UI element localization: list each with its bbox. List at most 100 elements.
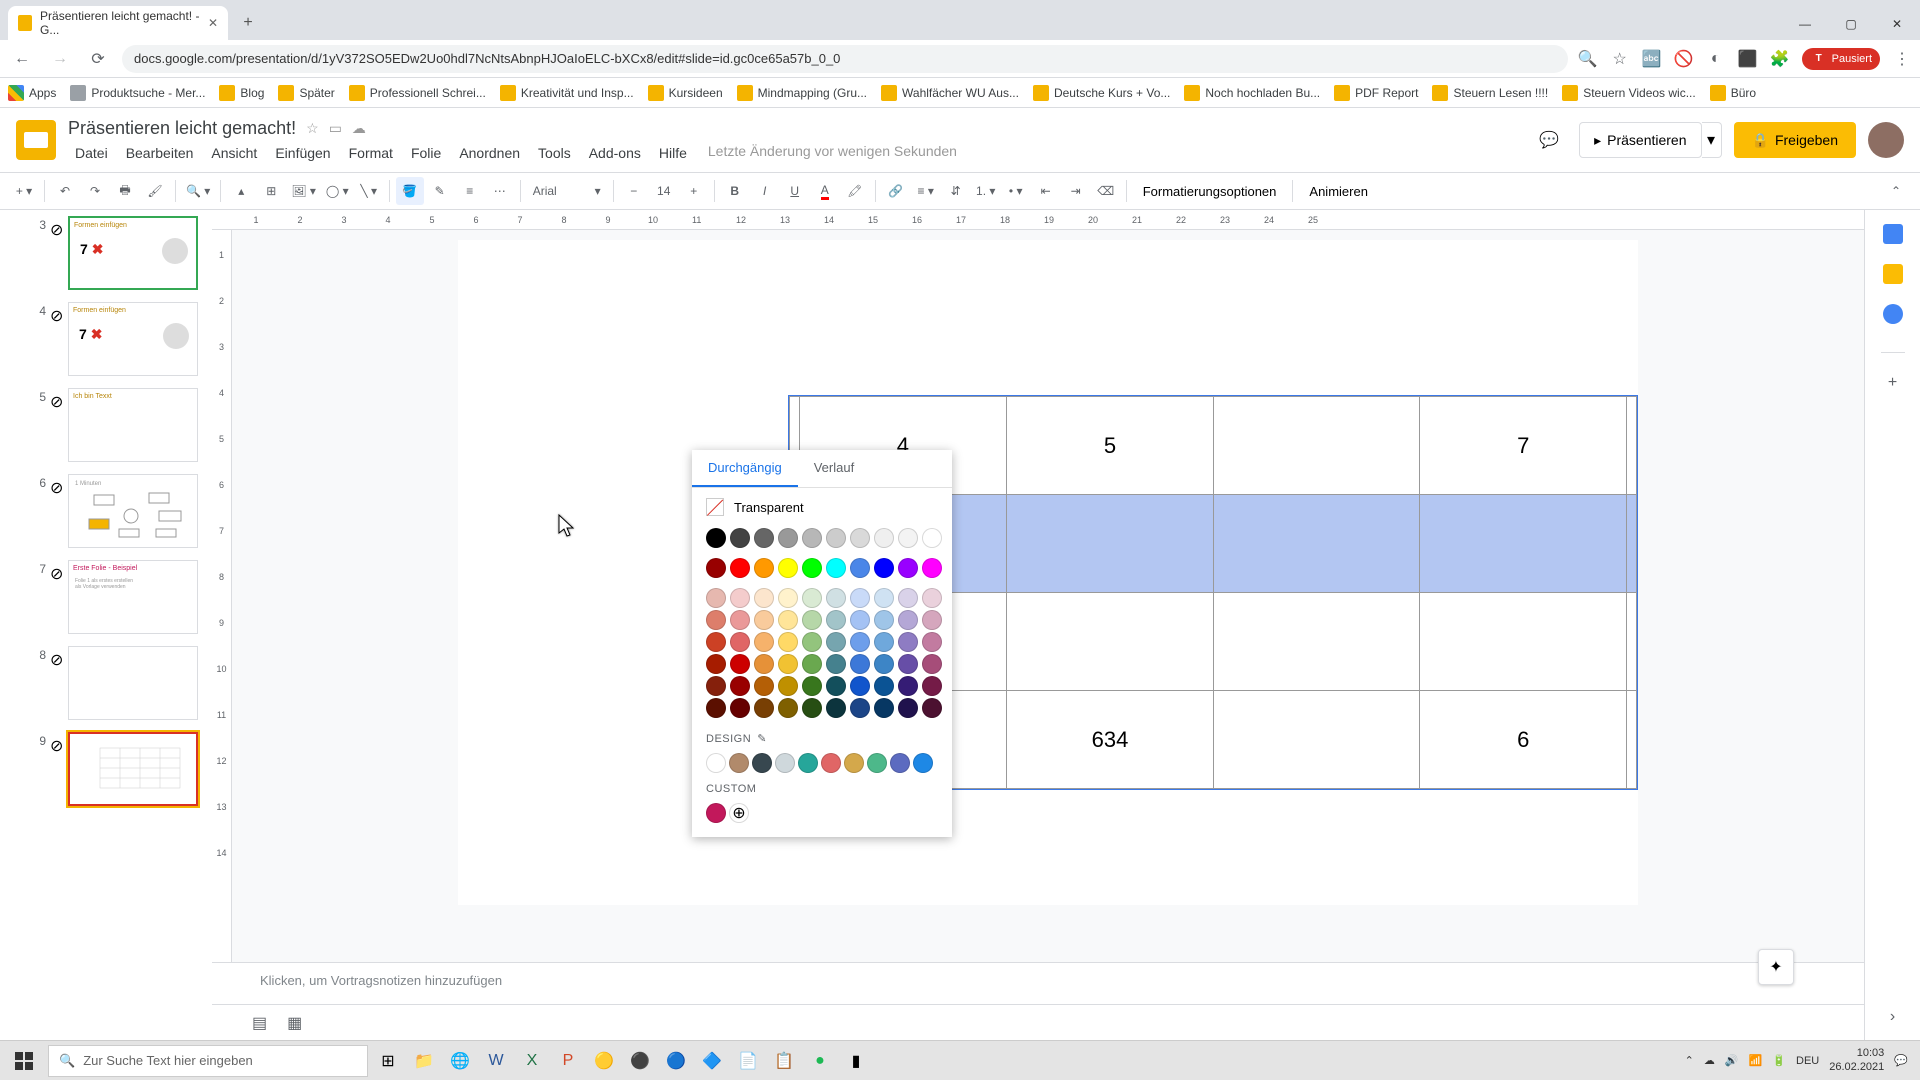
color-swatch[interactable] xyxy=(754,632,774,652)
close-icon[interactable]: ✕ xyxy=(208,16,218,30)
volume-icon[interactable]: 🔊 xyxy=(1725,1054,1739,1067)
underline-button[interactable]: U xyxy=(781,177,809,205)
paint-format-button[interactable]: 🖌 xyxy=(141,177,169,205)
filmstrip-view-button[interactable]: ▤ xyxy=(252,1013,267,1033)
transition-icon[interactable]: ⊘ xyxy=(50,306,64,320)
color-swatch[interactable] xyxy=(826,676,846,696)
battery-icon[interactable]: 🔋 xyxy=(1772,1054,1786,1067)
present-button[interactable]: ▸ Präsentieren xyxy=(1579,122,1701,158)
bookmark-item[interactable]: Blog xyxy=(219,85,264,101)
translate-icon[interactable]: 🔤 xyxy=(1642,49,1662,69)
slide-thumb-selected[interactable] xyxy=(68,732,198,806)
browser-tab[interactable]: Präsentieren leicht gemacht! - G... ✕ xyxy=(8,6,228,40)
color-swatch[interactable] xyxy=(826,632,846,652)
keep-icon[interactable] xyxy=(1883,264,1903,284)
color-swatch[interactable] xyxy=(898,698,918,718)
app-icon[interactable]: 📋 xyxy=(768,1045,800,1077)
image-tool[interactable]: 🖼 ▾ xyxy=(287,177,320,205)
edit-theme-icon[interactable]: ✎ xyxy=(757,732,767,745)
slide-thumb[interactable]: 1 Minuten xyxy=(68,474,198,548)
color-swatch[interactable] xyxy=(730,698,750,718)
color-swatch[interactable] xyxy=(752,753,772,773)
menu-addons[interactable]: Add-ons xyxy=(582,143,648,163)
color-swatch[interactable] xyxy=(706,698,726,718)
extension-icon-2[interactable]: ⬛ xyxy=(1738,49,1758,69)
powerpoint-icon[interactable]: P xyxy=(552,1045,584,1077)
color-swatch[interactable] xyxy=(898,632,918,652)
slides-logo[interactable] xyxy=(16,120,56,160)
color-swatch[interactable] xyxy=(778,654,798,674)
color-swatch[interactable] xyxy=(730,610,750,630)
taskbar-search[interactable]: 🔍 Zur Suche Text hier eingeben xyxy=(48,1045,368,1077)
comments-button[interactable]: 💬 xyxy=(1531,122,1567,158)
zoom-icon[interactable]: 🔍 xyxy=(1578,49,1598,69)
present-dropdown[interactable]: ▾ xyxy=(1702,122,1722,158)
color-swatch[interactable] xyxy=(826,558,846,578)
color-swatch[interactable] xyxy=(802,528,822,548)
border-weight-button[interactable]: ≡ xyxy=(456,177,484,205)
format-options-button[interactable]: Formatierungsoptionen xyxy=(1133,184,1287,199)
color-swatch[interactable] xyxy=(826,654,846,674)
bookmark-item[interactable]: Kreativität und Insp... xyxy=(500,85,634,101)
tab-gradient[interactable]: Verlauf xyxy=(798,450,870,487)
app-icon[interactable]: 🟡 xyxy=(588,1045,620,1077)
color-swatch[interactable] xyxy=(922,558,942,578)
zoom-button[interactable]: 🔍 ▾ xyxy=(182,177,214,205)
color-swatch[interactable] xyxy=(898,588,918,608)
color-swatch[interactable] xyxy=(874,698,894,718)
color-swatch[interactable] xyxy=(874,632,894,652)
transition-icon[interactable]: ⊘ xyxy=(50,392,64,406)
color-swatch[interactable] xyxy=(778,610,798,630)
color-swatch[interactable] xyxy=(706,676,726,696)
indent-increase-button[interactable]: ⇥ xyxy=(1062,177,1090,205)
url-input[interactable]: docs.google.com/presentation/d/1yV372SO5… xyxy=(122,45,1568,73)
font-family-select[interactable]: Arial ▾ xyxy=(527,177,607,205)
color-swatch[interactable] xyxy=(706,528,726,548)
color-swatch[interactable] xyxy=(778,698,798,718)
color-swatch[interactable] xyxy=(754,698,774,718)
color-swatch[interactable] xyxy=(730,528,750,548)
color-swatch[interactable] xyxy=(922,528,942,548)
color-swatch[interactable] xyxy=(706,610,726,630)
color-swatch[interactable] xyxy=(874,528,894,548)
color-swatch[interactable] xyxy=(922,676,942,696)
slide-canvas[interactable]: 457 4466346 xyxy=(458,240,1638,905)
add-custom-color-button[interactable]: ⊕ xyxy=(729,803,749,823)
color-swatch[interactable] xyxy=(922,654,942,674)
align-button[interactable]: ≡ ▾ xyxy=(912,177,940,205)
menu-folie[interactable]: Folie xyxy=(404,143,448,163)
color-swatch[interactable] xyxy=(850,632,870,652)
border-color-button[interactable]: ✎ xyxy=(426,177,454,205)
excel-icon[interactable]: X xyxy=(516,1045,548,1077)
color-swatch[interactable] xyxy=(802,676,822,696)
color-swatch[interactable] xyxy=(730,588,750,608)
color-swatch[interactable] xyxy=(890,753,910,773)
color-swatch[interactable] xyxy=(898,654,918,674)
speaker-notes[interactable]: Klicken, um Vortragsnotizen hinzuzufügen xyxy=(212,962,1864,1004)
shape-tool[interactable]: ◯ ▾ xyxy=(322,177,353,205)
color-swatch[interactable] xyxy=(922,632,942,652)
color-swatch[interactable] xyxy=(898,558,918,578)
color-swatch[interactable] xyxy=(922,698,942,718)
chrome-icon[interactable]: 🔵 xyxy=(660,1045,692,1077)
color-swatch[interactable] xyxy=(706,632,726,652)
color-swatch[interactable] xyxy=(898,610,918,630)
color-swatch[interactable] xyxy=(850,676,870,696)
transition-icon[interactable]: ⊘ xyxy=(50,736,64,750)
slide-thumb[interactable]: Erste Folie - BeispielFolie 1 als erstes… xyxy=(68,560,198,634)
numbered-list-button[interactable]: 1. ▾ xyxy=(972,177,1000,205)
forward-button[interactable]: → xyxy=(46,45,74,73)
bookmark-item[interactable]: Deutsche Kurs + Vo... xyxy=(1033,85,1170,101)
color-swatch[interactable] xyxy=(850,654,870,674)
redo-button[interactable]: ↷ xyxy=(81,177,109,205)
collapse-toolbar-button[interactable]: ⌃ xyxy=(1882,177,1910,205)
new-tab-button[interactable]: + xyxy=(234,9,262,37)
color-swatch[interactable] xyxy=(754,676,774,696)
extension-icon[interactable]: ◐ xyxy=(1706,49,1726,69)
add-panel-button[interactable]: + xyxy=(1883,373,1903,393)
slide-thumb[interactable]: Ich bin Texxt xyxy=(68,388,198,462)
undo-button[interactable]: ↶ xyxy=(51,177,79,205)
transition-icon[interactable]: ⊘ xyxy=(50,220,64,234)
border-dash-button[interactable]: ⋯ xyxy=(486,177,514,205)
text-color-button[interactable]: A xyxy=(811,177,839,205)
